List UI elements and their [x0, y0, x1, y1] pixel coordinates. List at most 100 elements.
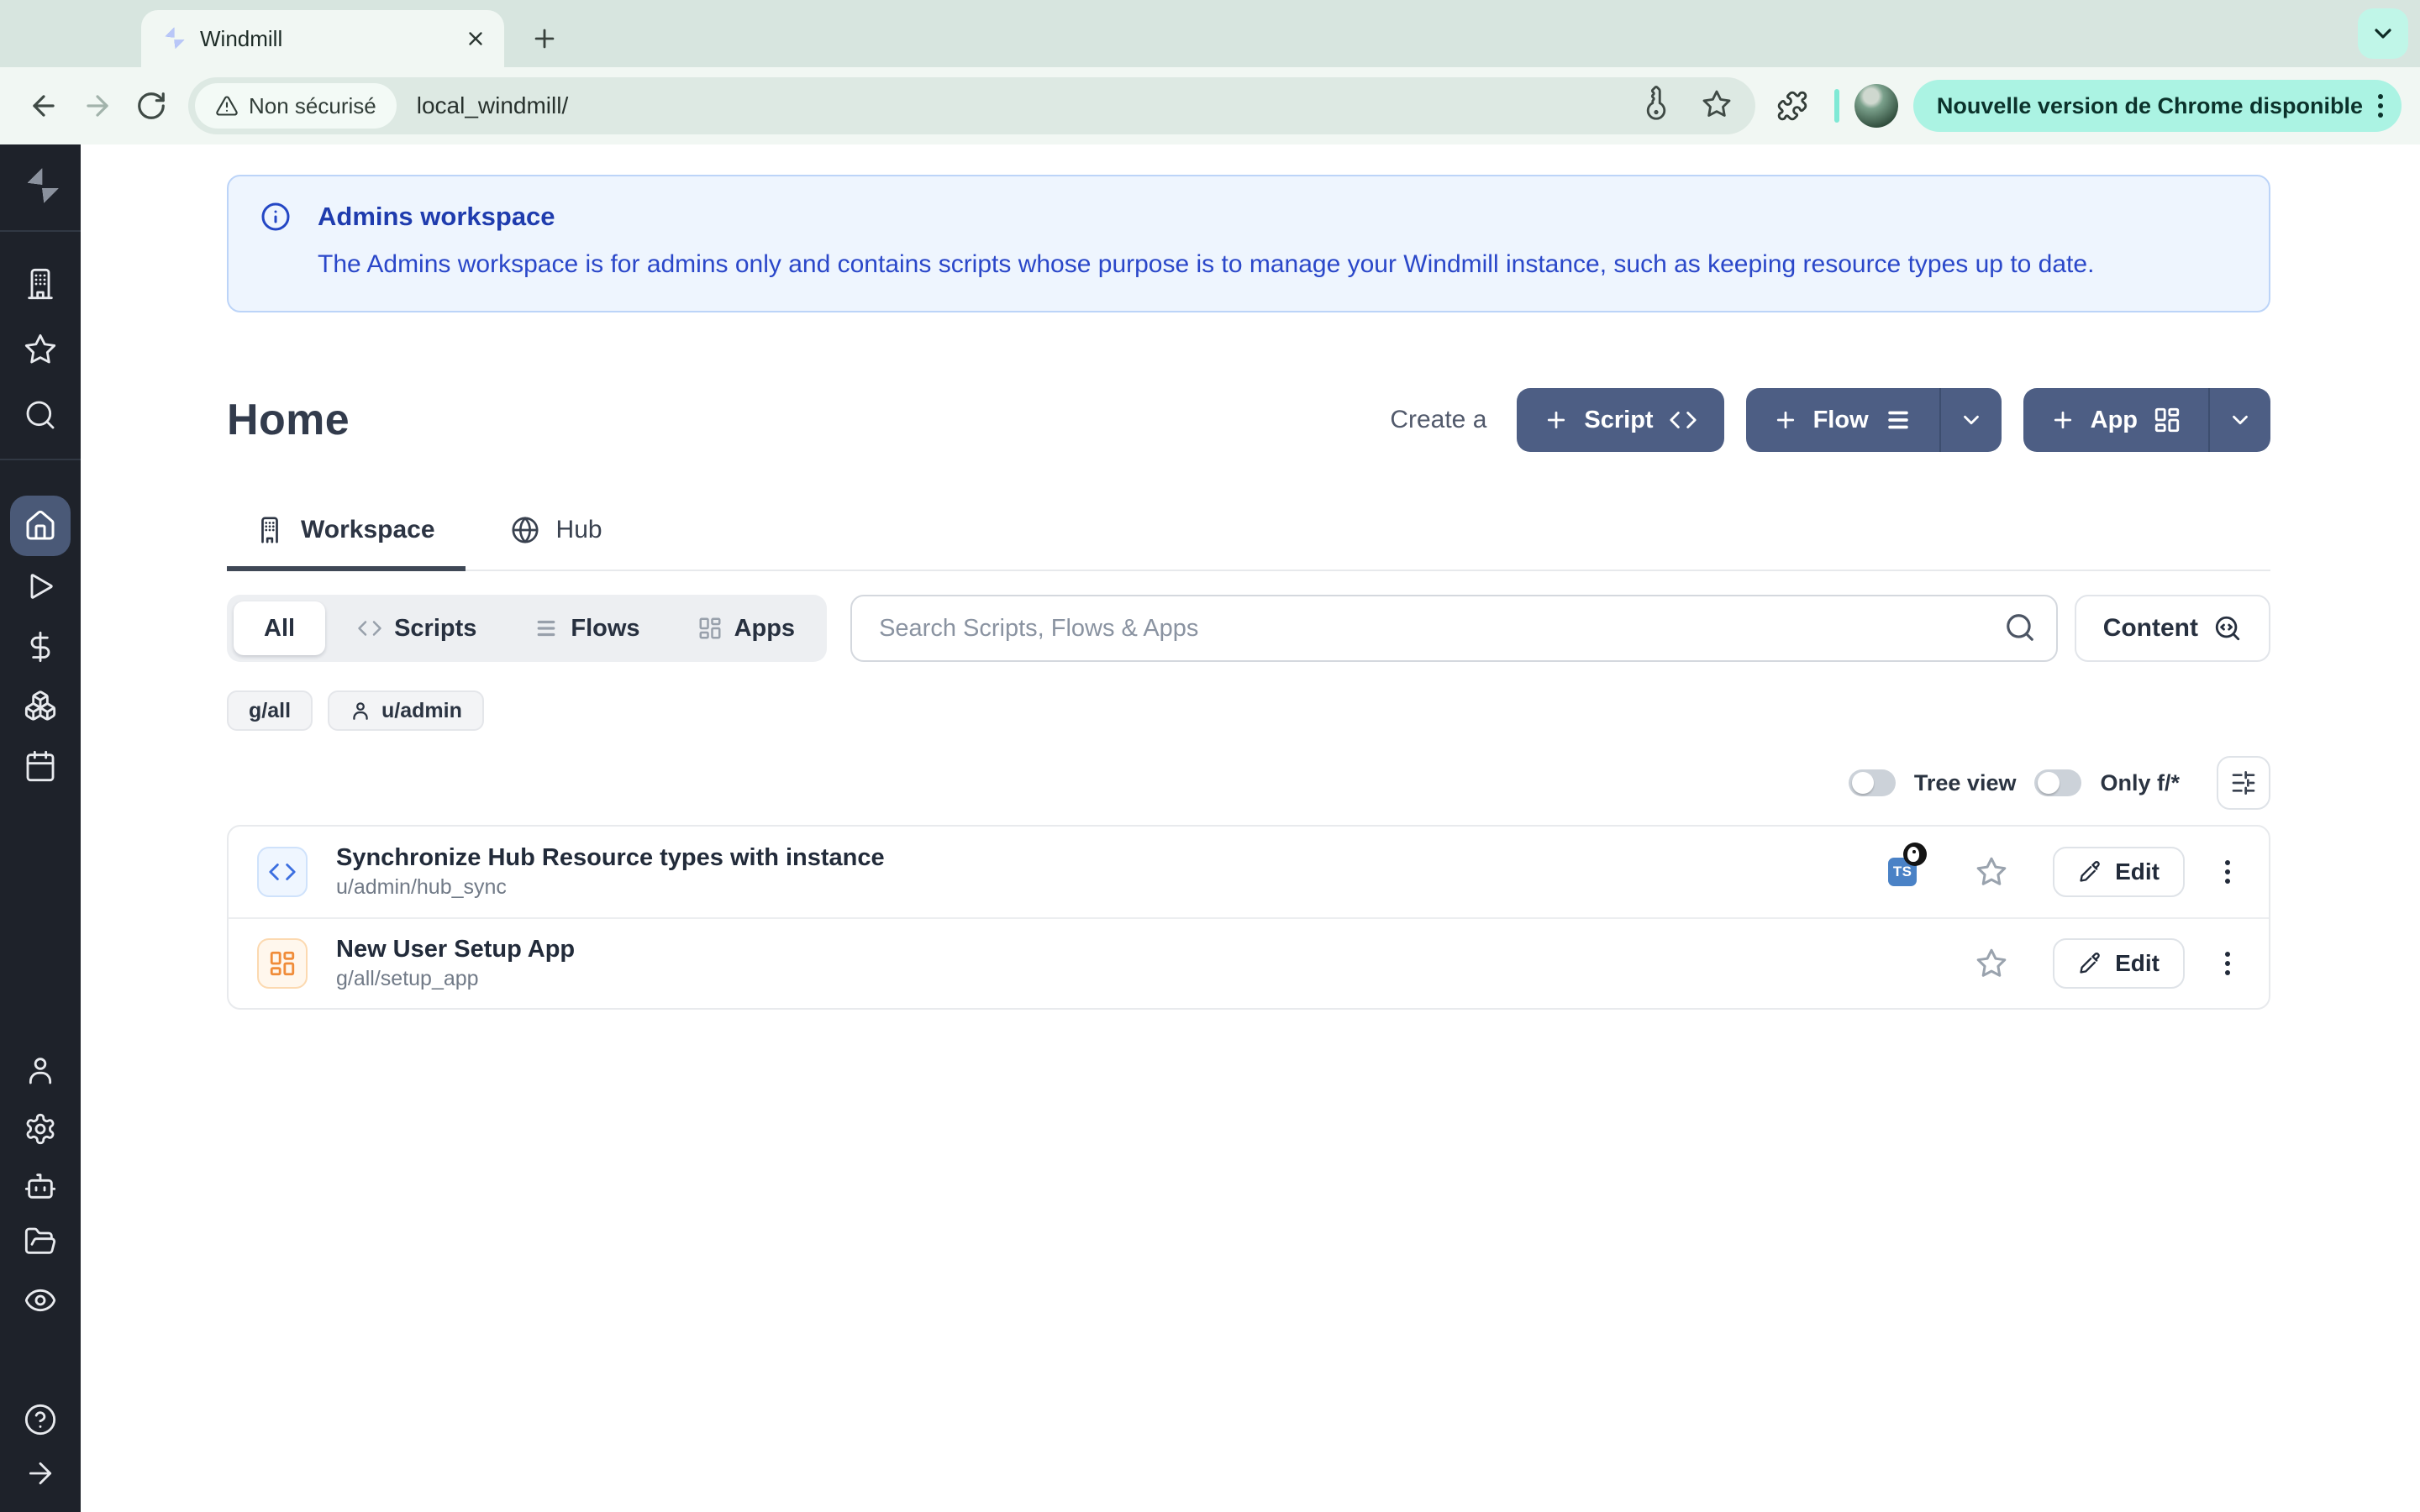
sidebar [0, 144, 81, 1512]
sidebar-item-search[interactable] [24, 398, 57, 432]
sidebar-item-workers[interactable] [24, 1169, 57, 1203]
edit-button[interactable]: Edit [2053, 938, 2185, 989]
sidebar-item-workspace[interactable] [24, 267, 57, 301]
tab-search-button[interactable] [2358, 8, 2408, 59]
sidebar-item-settings[interactable] [24, 1112, 57, 1146]
filter-all[interactable]: All [234, 601, 325, 655]
sidebar-divider [0, 230, 81, 232]
page-header: Home Create a Script Flow [227, 388, 2270, 452]
address-bar[interactable]: Non sécurisé local_windmill/ [188, 77, 1755, 134]
user-icon [24, 1053, 57, 1087]
item-title: Synchronize Hub Resource types with inst… [336, 844, 885, 872]
content-tabs: Workspace Hub [227, 516, 2270, 571]
only-f-toggle[interactable] [2034, 769, 2081, 796]
sidebar-item-schedules[interactable] [24, 749, 57, 783]
script-kind-icon [257, 847, 308, 897]
create-app-split-button: App [2023, 388, 2270, 452]
tab-workspace[interactable]: Workspace [227, 516, 466, 571]
filter-apps[interactable]: Apps [672, 601, 821, 655]
tab-hub-label: Hub [556, 516, 602, 544]
sidebar-item-favorites[interactable] [24, 333, 57, 366]
create-app-button[interactable]: App [2023, 388, 2208, 452]
reload-button[interactable] [124, 79, 178, 133]
folder-open-icon [24, 1225, 57, 1258]
forward-button[interactable] [71, 79, 124, 133]
display-options-button[interactable] [2217, 756, 2270, 810]
content-button[interactable]: Content [2075, 595, 2270, 662]
tree-view-toggle[interactable] [1849, 769, 1896, 796]
content-button-label: Content [2103, 614, 2198, 643]
favorite-star-icon[interactable] [1975, 948, 2007, 979]
flow-list-icon [534, 616, 559, 641]
extensions-puzzle-icon[interactable] [1765, 79, 1819, 133]
item-text: New User Setup App g/all/setup_app [336, 936, 575, 991]
owner-chip-user[interactable]: u/admin [328, 690, 484, 731]
new-tab-button[interactable] [521, 15, 568, 62]
sidebar-item-folders[interactable] [24, 1225, 57, 1258]
url-text[interactable]: local_windmill/ [417, 92, 569, 119]
tree-view-label: Tree view [1914, 770, 2017, 796]
page-title: Home [227, 395, 350, 445]
sidebar-expand-button[interactable] [24, 1457, 57, 1490]
search-icon [2004, 612, 2036, 643]
plus-icon [2050, 407, 2075, 433]
boxes-icon [24, 689, 57, 722]
building-icon [255, 516, 284, 544]
search-input[interactable] [850, 595, 2058, 662]
sidebar-item-users[interactable] [24, 1053, 57, 1087]
windmill-logo-icon[interactable] [18, 165, 62, 208]
create-script-button[interactable]: Script [1517, 388, 1723, 452]
banner-body: The Admins workspace is for admins only … [318, 247, 2235, 282]
bookmark-star-icon[interactable] [1702, 89, 1735, 123]
windmill-favicon-icon [160, 25, 187, 52]
sidebar-divider [0, 459, 81, 460]
calendar-icon [24, 749, 57, 783]
profile-avatar[interactable] [1854, 84, 1898, 128]
item-title: New User Setup App [336, 936, 575, 963]
browser-tab-windmill[interactable]: Windmill [141, 10, 504, 67]
sidebar-item-runs[interactable] [24, 570, 57, 603]
create-app-dropdown[interactable] [2208, 388, 2270, 452]
sidebar-item-audit-logs[interactable] [24, 1284, 57, 1317]
item-menu-kebab[interactable] [2215, 945, 2240, 982]
create-flow-dropdown[interactable] [1939, 388, 2002, 452]
info-icon [260, 202, 291, 232]
sidebar-item-variables[interactable] [24, 630, 57, 664]
sidebar-item-help[interactable] [24, 1403, 57, 1436]
password-key-icon[interactable] [1641, 89, 1675, 123]
tab-workspace-label: Workspace [301, 516, 435, 544]
items-list: Synchronize Hub Resource types with inst… [227, 825, 2270, 1010]
pencil-icon [2078, 860, 2102, 884]
window-body: Admins workspace The Admins workspace is… [0, 144, 2420, 1512]
list-item-app[interactable]: New User Setup App g/all/setup_app Edit [229, 917, 2269, 1008]
item-menu-kebab[interactable] [2215, 853, 2240, 890]
chrome-menu-kebab-icon[interactable] [2378, 94, 2383, 118]
layout-grid-icon [2153, 406, 2181, 434]
plus-icon [1544, 407, 1569, 433]
chrome-update-label: Nouvelle version de Chrome disponible [1937, 93, 2363, 119]
browser-toolbar: Non sécurisé local_windmill/ Nouvelle ve… [0, 67, 2420, 144]
code-icon [1669, 406, 1697, 434]
filter-flows[interactable]: Flows [508, 601, 665, 655]
admins-workspace-banner: Admins workspace The Admins workspace is… [227, 175, 2270, 312]
sidebar-item-resources[interactable] [24, 689, 57, 722]
back-button[interactable] [17, 79, 71, 133]
create-group: Create a Script Flow [1390, 388, 2270, 452]
chevron-down-icon [1959, 407, 1984, 433]
sidebar-item-home[interactable] [10, 496, 71, 556]
list-item-script[interactable]: Synchronize Hub Resource types with inst… [229, 827, 2269, 917]
item-path: g/all/setup_app [336, 967, 575, 991]
edit-button[interactable]: Edit [2053, 847, 2185, 897]
globe-icon [511, 516, 539, 544]
gear-icon [24, 1112, 57, 1146]
create-flow-button[interactable]: Flow [1746, 388, 1939, 452]
filter-scripts[interactable]: Scripts [332, 601, 502, 655]
owner-chip-group[interactable]: g/all [227, 690, 313, 731]
tab-close-icon[interactable] [460, 24, 491, 54]
chrome-update-button[interactable]: Nouvelle version de Chrome disponible [1913, 80, 2402, 132]
security-chip[interactable]: Non sécurisé [195, 83, 397, 129]
deno-logo-icon [1903, 843, 1927, 866]
tab-hub[interactable]: Hub [482, 516, 633, 571]
favorite-star-icon[interactable] [1975, 856, 2007, 888]
flow-list-icon [1884, 406, 1912, 434]
